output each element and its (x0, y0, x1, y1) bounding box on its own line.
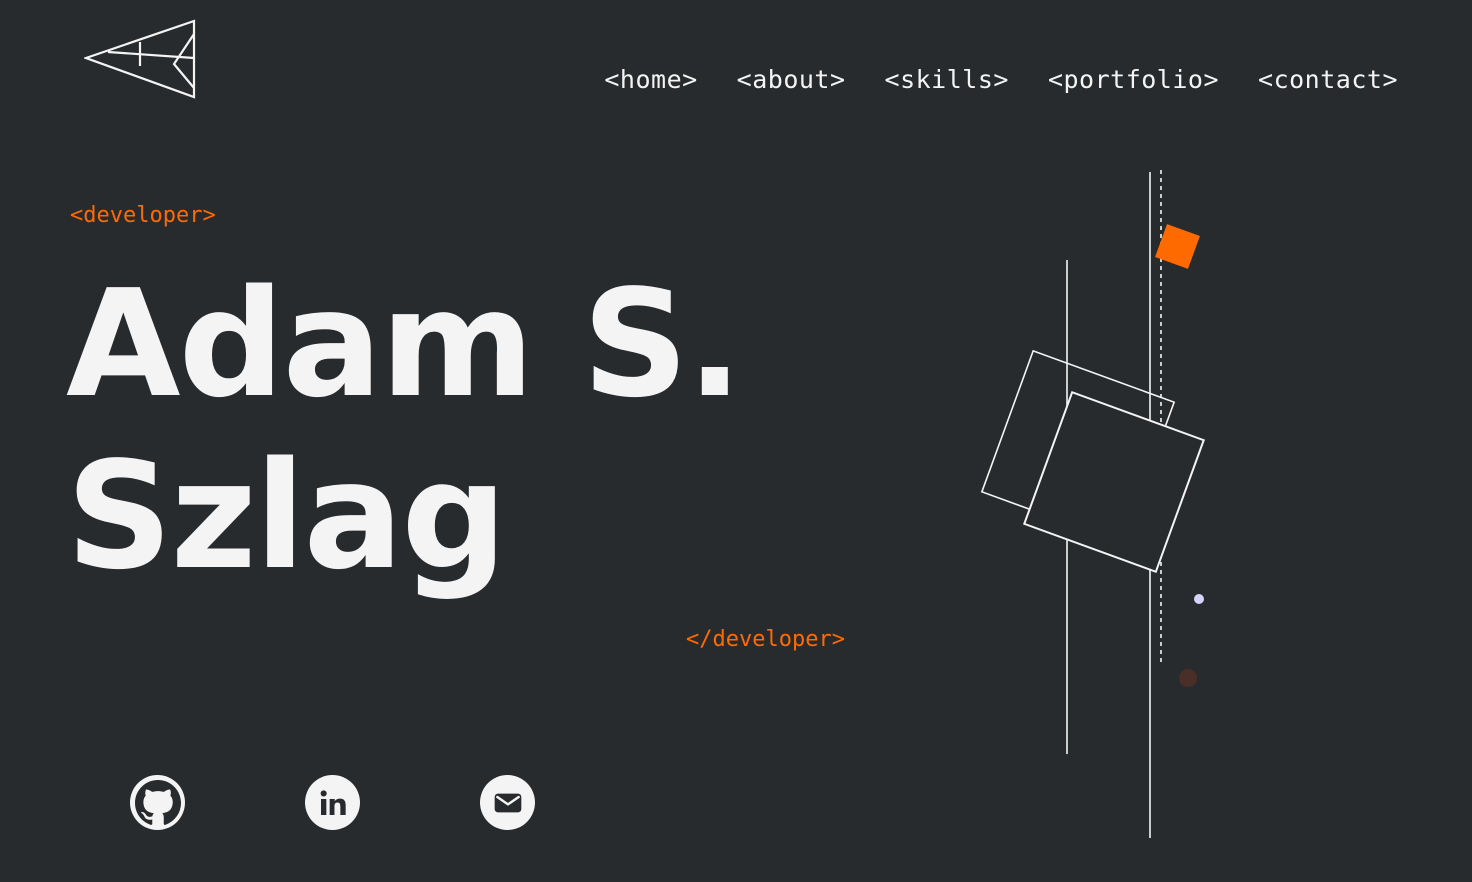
nav-item-home: <home> (604, 60, 697, 100)
email-link[interactable] (480, 775, 535, 830)
github-link[interactable] (130, 775, 185, 830)
nav-item-skills: <skills> (885, 60, 1009, 100)
geometric-decoration (980, 170, 1206, 838)
developer-close-tag: </developer> (686, 627, 845, 652)
logo-link[interactable] (82, 18, 200, 100)
art-front-square (1022, 390, 1206, 574)
nav-link-about[interactable]: <about> (737, 65, 846, 94)
art-dark-dot (1179, 669, 1197, 687)
nav-item-contact: <contact> (1258, 60, 1398, 100)
hero-name-line-1: Adam S. (66, 258, 743, 430)
email-icon (494, 793, 521, 812)
main-nav: <home> <about> <skills> <portfolio> <con… (604, 60, 1398, 100)
art-light-dot (1194, 594, 1204, 604)
nav-link-home[interactable]: <home> (604, 65, 697, 94)
nav-link-contact[interactable]: <contact> (1258, 65, 1398, 94)
nav-link-portfolio[interactable]: <portfolio> (1048, 65, 1219, 94)
art-orange-square (1155, 224, 1200, 269)
linkedin-link[interactable] (305, 775, 360, 830)
nav-link-skills[interactable]: <skills> (885, 65, 1009, 94)
developer-open-tag: <developer> (70, 203, 216, 228)
linkedin-icon (320, 789, 346, 815)
social-links (130, 775, 535, 830)
nav-item-about: <about> (737, 60, 846, 100)
hero-name: Adam S. Szlag (66, 258, 743, 602)
hero-name-line-2: Szlag (66, 430, 507, 602)
nav-item-portfolio: <portfolio> (1048, 60, 1219, 100)
paper-plane-logo-icon (82, 19, 196, 99)
github-icon (134, 779, 181, 825)
